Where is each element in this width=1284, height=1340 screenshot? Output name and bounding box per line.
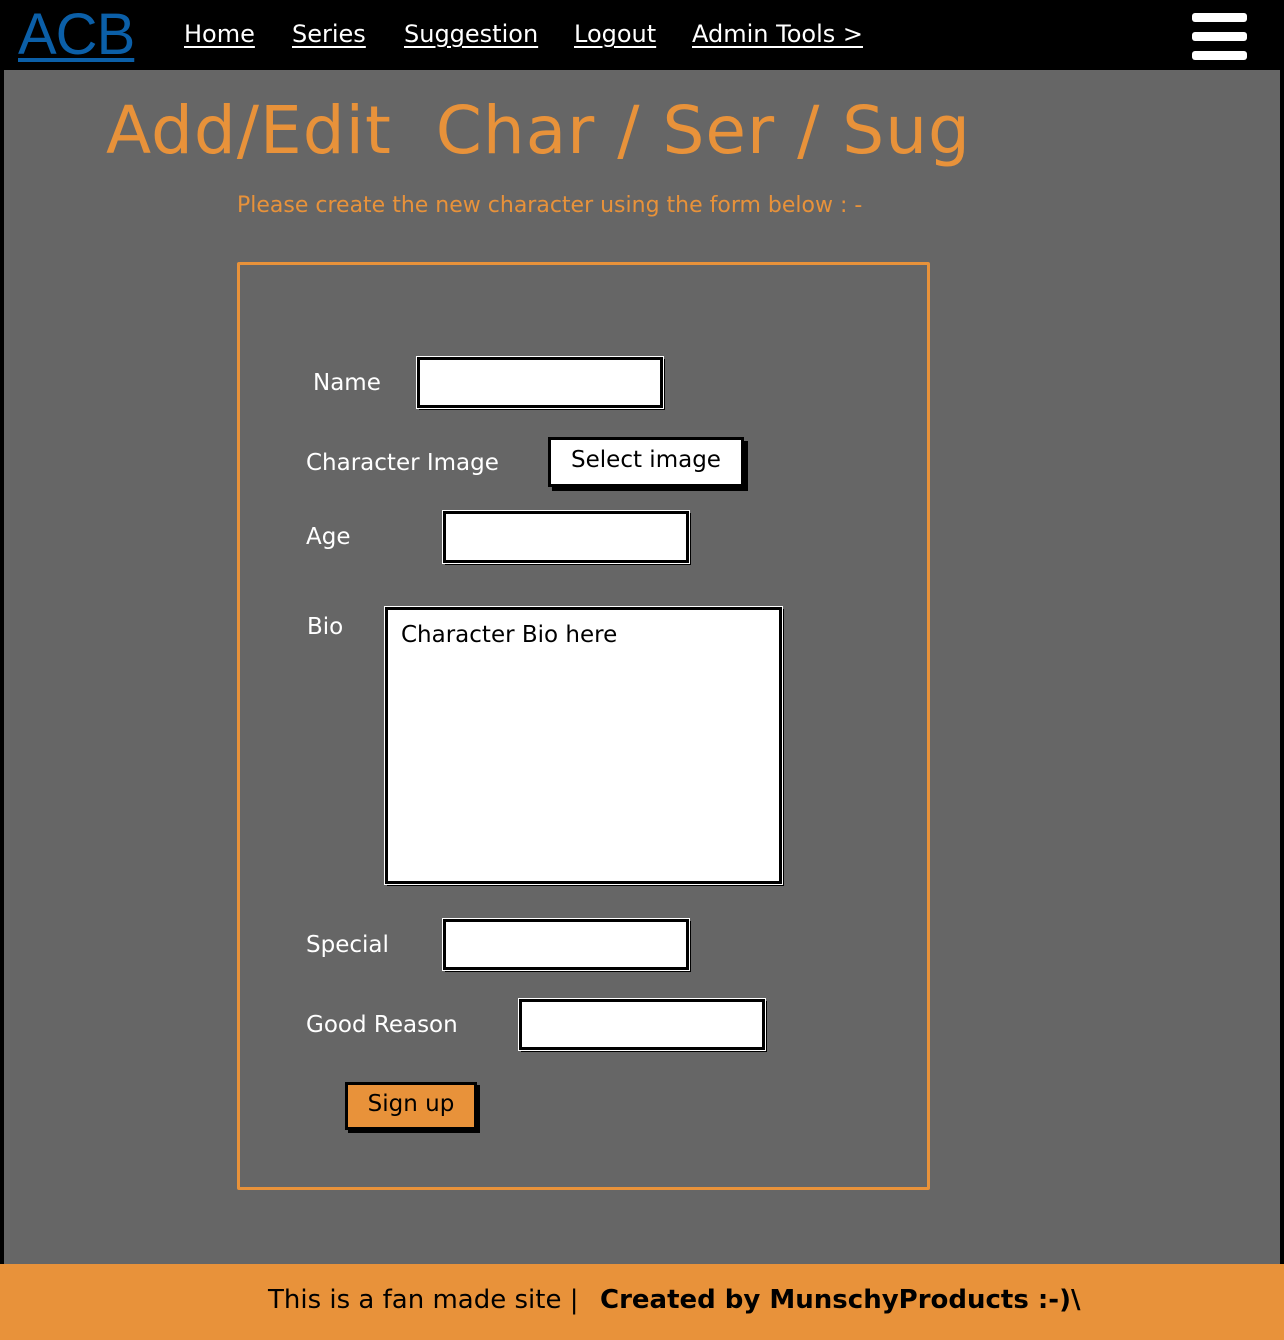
special-label: Special xyxy=(306,932,389,958)
bio-textarea[interactable]: Character Bio here xyxy=(384,606,783,885)
name-label: Name xyxy=(313,370,381,396)
nav-home-link[interactable]: Home xyxy=(184,18,255,50)
good-reason-input[interactable] xyxy=(518,998,766,1051)
character-image-label: Character Image xyxy=(306,450,499,476)
name-input[interactable] xyxy=(416,356,664,409)
sign-up-button[interactable]: Sign up xyxy=(345,1082,477,1130)
age-label: Age xyxy=(306,524,351,550)
age-input[interactable] xyxy=(442,510,690,564)
nav-logout-link[interactable]: Logout xyxy=(574,18,656,50)
nav-suggestion-link[interactable]: Suggestion xyxy=(404,18,538,50)
site-logo[interactable]: ACB xyxy=(18,2,135,68)
select-image-button[interactable]: Select image xyxy=(548,437,744,487)
footer-credit: Created by MunschyProducts :-)\ xyxy=(600,1285,1081,1315)
nav-admin-tools-link[interactable]: Admin Tools > xyxy=(692,18,863,50)
navbar: ACB Home Series Suggestion Logout Admin … xyxy=(0,0,1284,70)
special-input[interactable] xyxy=(442,918,690,971)
bio-label: Bio xyxy=(307,614,344,640)
hamburger-menu-icon[interactable] xyxy=(1192,13,1247,61)
footer-note: This is a fan made site | xyxy=(268,1285,579,1315)
good-reason-label: Good Reason xyxy=(306,1012,458,1038)
nav-series-link[interactable]: Series xyxy=(292,18,366,50)
page-title: Add/Edit Char / Ser / Sug xyxy=(106,92,971,169)
page-subtitle: Please create the new character using th… xyxy=(237,193,863,218)
